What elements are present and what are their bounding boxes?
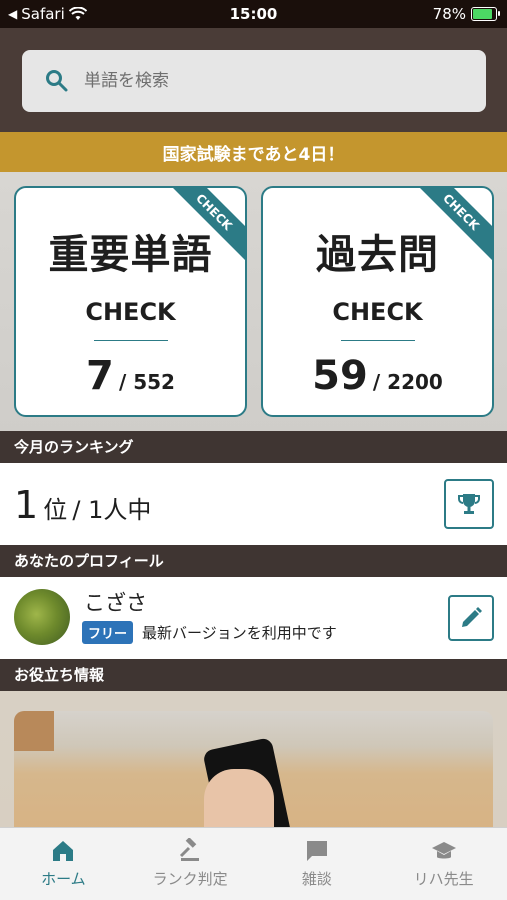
tab-label: ホーム bbox=[41, 870, 86, 888]
exam-countdown-banner: 国家試験まであと4日！ bbox=[0, 132, 507, 172]
card-divider bbox=[93, 340, 168, 341]
pencil-icon bbox=[462, 607, 482, 627]
header bbox=[0, 28, 507, 132]
gavel-icon bbox=[180, 838, 200, 861]
tab-rank-judgement[interactable]: ランク判定 bbox=[127, 828, 254, 900]
important-words-card[interactable]: CHECK 重要単語 CHECK 7 / 552 bbox=[14, 186, 247, 417]
card-subtitle: CHECK bbox=[85, 298, 176, 326]
tab-home[interactable]: ホーム bbox=[0, 828, 127, 900]
version-status: 最新バージョンを利用中です bbox=[142, 624, 337, 642]
tab-bar: ホーム ランク判定 雑談 リハ先生 bbox=[0, 827, 507, 900]
search-icon bbox=[46, 70, 68, 92]
graduation-cap-icon bbox=[431, 842, 456, 859]
avatar bbox=[14, 589, 70, 645]
tab-label: ランク判定 bbox=[152, 870, 228, 888]
rank-of-total: / 1人中 bbox=[72, 496, 152, 524]
search-bar[interactable] bbox=[22, 50, 486, 112]
rank-text: 1 位 / 1人中 bbox=[14, 483, 151, 527]
card-title: 重要単語 bbox=[48, 232, 213, 278]
card-count: 7 / 552 bbox=[16, 353, 245, 399]
card-subtitle: CHECK bbox=[332, 298, 423, 326]
card-title: 過去問 bbox=[316, 232, 439, 278]
profile-name: こざさ bbox=[84, 591, 147, 615]
card-count: 59 / 2200 bbox=[263, 353, 492, 399]
home-icon bbox=[53, 841, 74, 861]
battery-icon bbox=[471, 7, 500, 21]
tab-label: 雑談 bbox=[301, 870, 332, 888]
total-count: / 552 bbox=[118, 370, 175, 394]
status-bar: ◀ Safari 15:00 78% bbox=[0, 0, 507, 28]
ranking-section-header: 今月のランキング bbox=[0, 431, 507, 463]
total-count: / 2200 bbox=[372, 370, 443, 394]
ranking-panel: 1 位 / 1人中 bbox=[0, 463, 507, 545]
trophy-icon bbox=[458, 494, 480, 514]
ranking-button[interactable] bbox=[444, 479, 494, 529]
profile-section-header: あなたのプロフィール bbox=[0, 545, 507, 577]
tab-label: リハ先生 bbox=[413, 870, 474, 888]
tab-chat[interactable]: 雑談 bbox=[254, 828, 381, 900]
chat-icon bbox=[306, 841, 327, 861]
checked-count: 7 bbox=[86, 353, 114, 399]
tab-teacher[interactable]: リハ先生 bbox=[380, 828, 507, 900]
past-questions-card[interactable]: CHECK 過去問 CHECK 59 / 2200 bbox=[261, 186, 494, 417]
info-section-header: お役立ち情報 bbox=[0, 659, 507, 691]
profile-panel: こざさ フリー 最新バージョンを利用中です bbox=[0, 577, 507, 659]
edit-profile-button[interactable] bbox=[448, 595, 494, 641]
plan-badge: フリー bbox=[82, 621, 134, 644]
rank-unit: 位 bbox=[43, 496, 68, 524]
status-time: 15:00 bbox=[229, 5, 278, 23]
battery-percent: 78% bbox=[432, 5, 466, 23]
card-divider bbox=[340, 340, 415, 341]
checked-count: 59 bbox=[312, 353, 368, 399]
search-input[interactable] bbox=[84, 71, 464, 91]
rank-position: 1 bbox=[14, 483, 39, 527]
